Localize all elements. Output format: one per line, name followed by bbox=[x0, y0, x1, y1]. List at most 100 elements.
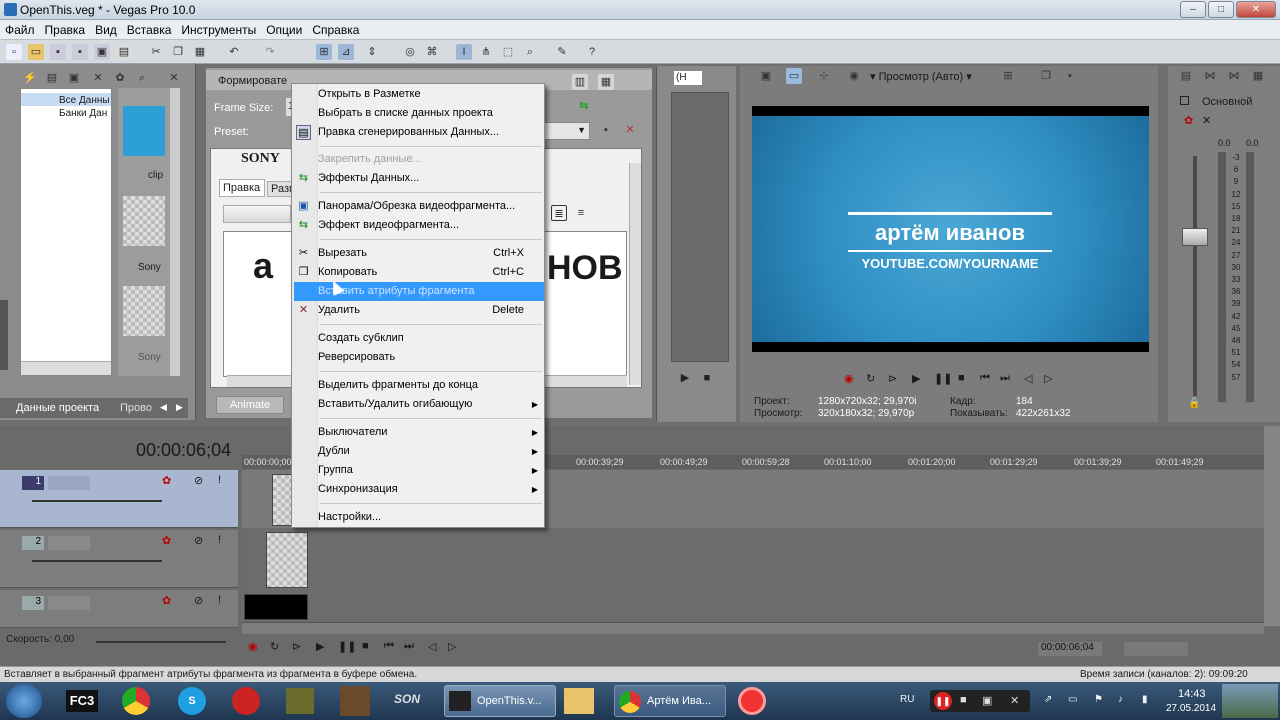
envelope-tool-icon[interactable]: ⋔ bbox=[478, 44, 494, 60]
track-fx-icon[interactable]: ✿ bbox=[162, 474, 171, 487]
rec-camera-icon[interactable]: ▣ bbox=[982, 694, 992, 707]
track-header-1[interactable]: 1 ✿ ⊘ ! bbox=[0, 470, 238, 528]
tray-arrow-icon[interactable]: ⇗ bbox=[1044, 694, 1052, 705]
track-header-3[interactable]: 3 ✿ ⊘ ! bbox=[0, 590, 238, 628]
mixer-downmix-icon[interactable]: ⋈ bbox=[1202, 68, 1218, 84]
track-header-2[interactable]: 2 ✿ ⊘ ! bbox=[0, 530, 238, 588]
generator-fx-icon[interactable]: ⇆ bbox=[576, 98, 592, 114]
master-fader-handle[interactable] bbox=[1182, 228, 1208, 246]
preview-props-icon[interactable]: ▣ bbox=[758, 68, 774, 84]
search-media-icon[interactable]: ⌕ bbox=[134, 70, 150, 86]
game-taskbar-icon[interactable] bbox=[340, 686, 370, 716]
speed-slider[interactable] bbox=[96, 641, 226, 643]
tl-go-start-icon[interactable]: ⏮ bbox=[384, 640, 394, 653]
mixer-dim-icon[interactable]: ⋈ bbox=[1226, 68, 1242, 84]
menu-item-pan-crop[interactable]: ▣ Панорама/Обрезка видеофрагмента... bbox=[298, 197, 544, 216]
menu-item-select-events-to-end[interactable]: Выделить фрагменты до конца bbox=[318, 376, 544, 395]
explorer-taskbar-icon[interactable] bbox=[564, 688, 594, 714]
menu-item-takes[interactable]: Дубли ▶ bbox=[318, 442, 544, 461]
menu-item-create-subclip[interactable]: Создать субклип bbox=[318, 329, 544, 348]
clip-event-2[interactable] bbox=[266, 532, 308, 588]
menu-item-switches[interactable]: Выключатели ▶ bbox=[318, 423, 544, 442]
tab-scroll-left-icon[interactable]: ◀ bbox=[160, 402, 167, 413]
prev-frame-icon[interactable]: ◁ bbox=[1024, 372, 1032, 385]
capture-icon[interactable]: ▤ bbox=[44, 70, 60, 86]
remove-media-icon[interactable]: ✕ bbox=[90, 70, 106, 86]
language-indicator[interactable]: RU bbox=[900, 694, 914, 705]
copy-snapshot-icon[interactable]: ❐ bbox=[1038, 68, 1054, 84]
save-snapshot-icon[interactable]: ▪ bbox=[1062, 68, 1078, 84]
taskbar-chrome-window[interactable]: Артём Ива... bbox=[614, 685, 726, 717]
track-name-field[interactable] bbox=[48, 476, 90, 490]
save-as-icon[interactable]: ▪ bbox=[72, 44, 88, 60]
normal-edit-tool-icon[interactable]: I bbox=[456, 44, 472, 60]
menu-item-select-in-project-media[interactable]: Выбрать в списке данных проекта bbox=[318, 104, 544, 123]
record-taskbar-icon[interactable] bbox=[738, 687, 766, 715]
menu-item-pin-media[interactable]: Закрепить данные... bbox=[318, 150, 544, 169]
menu-item-edit-generated-media[interactable]: ▤ Правка сгенерированных Данных... bbox=[296, 123, 544, 142]
crossfade-icon[interactable]: ⌘ bbox=[424, 44, 440, 60]
tree-item-all-media[interactable]: Все Данны bbox=[21, 93, 111, 106]
show-desktop-thumbnail[interactable] bbox=[1222, 684, 1278, 718]
menu-view[interactable]: Вид bbox=[90, 20, 122, 40]
track-name-field[interactable] bbox=[48, 596, 90, 610]
minimize-button[interactable]: – bbox=[1180, 1, 1206, 18]
menu-item-cut[interactable]: ✂ Вырезать Ctrl+X bbox=[299, 244, 544, 263]
tab-project-media[interactable]: Данные проекта bbox=[16, 402, 99, 414]
tool-extra-icon[interactable]: ✎ bbox=[554, 44, 570, 60]
play-from-start-icon[interactable]: ⊳ bbox=[888, 372, 897, 385]
mixer-lock-icon[interactable]: 🔒 bbox=[1188, 398, 1200, 409]
lock-envelopes-icon[interactable]: ⇕ bbox=[364, 44, 380, 60]
animate-button[interactable]: Animate bbox=[216, 396, 284, 414]
pause-icon[interactable]: ❚❚ bbox=[934, 372, 952, 385]
trimmer-play-icon[interactable]: ▶ bbox=[677, 370, 693, 386]
mixer-props-icon[interactable]: ▤ bbox=[1178, 68, 1194, 84]
fc3-taskbar-icon[interactable]: FC3 bbox=[66, 690, 98, 712]
save-preset-icon[interactable]: ▪ bbox=[598, 122, 614, 138]
go-end-icon[interactable]: ⏭ bbox=[1000, 372, 1010, 385]
menu-insert[interactable]: Вставка bbox=[122, 20, 177, 40]
clip-event-1[interactable] bbox=[272, 474, 292, 526]
next-frame-icon[interactable]: ▷ bbox=[1044, 372, 1052, 385]
track-mute-icon[interactable]: ⊘ bbox=[194, 534, 203, 547]
tray-network-icon[interactable]: ▭ bbox=[1068, 694, 1077, 705]
track-fx-icon[interactable]: ✿ bbox=[162, 594, 171, 607]
menu-item-insert-remove-envelope[interactable]: Вставить/Удалить огибающую ▶ bbox=[318, 395, 544, 414]
preview-quality-dropdown[interactable]: ▾ Просмотр (Авто) ▾ bbox=[870, 70, 990, 86]
taskbar-vegas[interactable]: OpenThis.v... bbox=[444, 685, 556, 717]
tl-prev-frame-icon[interactable]: ◁ bbox=[428, 640, 436, 653]
tree-item-media-bins[interactable]: Банки Дан bbox=[21, 106, 111, 119]
close-panel-icon[interactable]: ✕ bbox=[166, 70, 182, 86]
menu-item-copy[interactable]: ❐ Копировать Ctrl+C bbox=[299, 263, 544, 282]
undo-icon[interactable]: ↶ bbox=[226, 44, 242, 60]
stop-icon[interactable]: ■ bbox=[958, 372, 965, 384]
track-fx-icon[interactable]: ✿ bbox=[162, 534, 171, 547]
thumbnail-clip[interactable] bbox=[123, 106, 165, 156]
thumbnail-sony-2[interactable] bbox=[123, 286, 165, 336]
track-level-slider[interactable] bbox=[32, 500, 162, 502]
clock-time[interactable]: 14:43 bbox=[1178, 688, 1206, 700]
loop-icon[interactable]: ↻ bbox=[866, 372, 875, 385]
mixer-output-icon[interactable]: ▦ bbox=[1250, 68, 1266, 84]
menu-item-open-in-trimmer[interactable]: Открыть в Разметке bbox=[318, 85, 544, 104]
align-center-icon[interactable]: ≣ bbox=[551, 205, 567, 221]
tray-flag-icon[interactable]: ⚑ bbox=[1094, 694, 1103, 705]
new-icon[interactable]: ▫ bbox=[6, 44, 22, 60]
trimmer-stop-icon[interactable]: ■ bbox=[699, 370, 715, 386]
zoom-tool-icon[interactable]: ⌕ bbox=[522, 44, 538, 60]
editor-tab-edit[interactable]: Правка bbox=[219, 179, 265, 197]
menu-file[interactable]: Файл bbox=[0, 20, 40, 40]
rec-close-icon[interactable]: ✕ bbox=[1010, 694, 1019, 707]
menu-tools[interactable]: Инструменты bbox=[176, 20, 261, 40]
selection-length-display[interactable] bbox=[1124, 642, 1188, 656]
thumbnail-scrollbar[interactable] bbox=[170, 88, 180, 376]
get-media-icon[interactable]: ▣ bbox=[66, 70, 82, 86]
track-mute-icon[interactable]: ⊘ bbox=[194, 474, 203, 487]
rec-stop-icon[interactable]: ■ bbox=[960, 694, 967, 706]
delete-preset-icon[interactable]: ✕ bbox=[622, 122, 638, 138]
track-mute-icon[interactable]: ⊘ bbox=[194, 594, 203, 607]
snap-icon[interactable]: ⊞ bbox=[316, 44, 332, 60]
cut-icon[interactable]: ✂ bbox=[148, 44, 164, 60]
timeline-hscroll[interactable] bbox=[242, 622, 1264, 634]
properties-icon[interactable]: ▤ bbox=[116, 44, 132, 60]
